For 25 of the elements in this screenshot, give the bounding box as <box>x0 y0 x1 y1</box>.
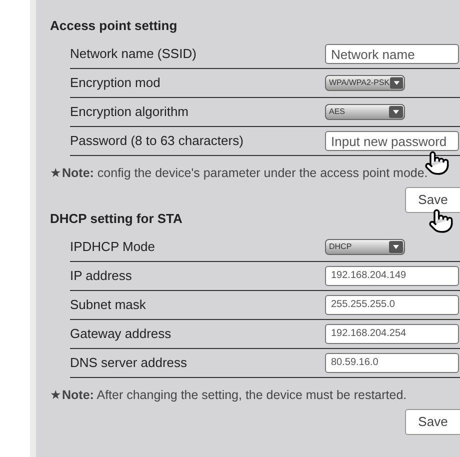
text-input-field[interactable]: 192.168.204.254 <box>325 324 459 344</box>
setting-label: Password (8 to 63 characters) <box>70 132 244 150</box>
setting-label: IPDHCP Mode <box>70 238 156 256</box>
save-button[interactable]: Save <box>405 408 460 434</box>
note-text: ★Note: After changing the setting, the device must be restarted. <box>50 386 407 404</box>
text-input-field[interactable]: Network name <box>325 44 459 64</box>
text-input-field[interactable]: 192.168.204.149 <box>325 266 459 286</box>
setting-label: Network name (SSID) <box>70 45 198 64</box>
setting-label: Encryption algorithm <box>70 103 190 122</box>
setting-label: IP address <box>70 267 133 285</box>
setting-label: Gateway address <box>70 325 172 343</box>
save-button[interactable]: Save <box>405 186 460 213</box>
dropdown-select[interactable]: WPA/WPA2-PSK <box>325 75 405 91</box>
dropdown-select[interactable]: DHCP <box>325 238 405 255</box>
hand-cursor-icon <box>428 208 452 234</box>
section-title: Access point setting <box>50 17 178 35</box>
text-input-field[interactable]: Input new password <box>325 131 459 151</box>
text-input-field[interactable]: 255.255.255.0 <box>325 294 459 315</box>
setting-label: Subnet mask <box>70 296 147 314</box>
setting-label: Encryption mod <box>70 74 162 92</box>
setting-label: DNS server address <box>70 354 188 372</box>
dropdown-select[interactable]: AES <box>325 104 405 120</box>
note-text: ★Note: config the device's parameter under the access point mode. <box>50 165 428 182</box>
section-title: DHCP setting for STA <box>50 210 182 228</box>
text-input-field[interactable]: 80.59.16.0 <box>325 352 459 373</box>
